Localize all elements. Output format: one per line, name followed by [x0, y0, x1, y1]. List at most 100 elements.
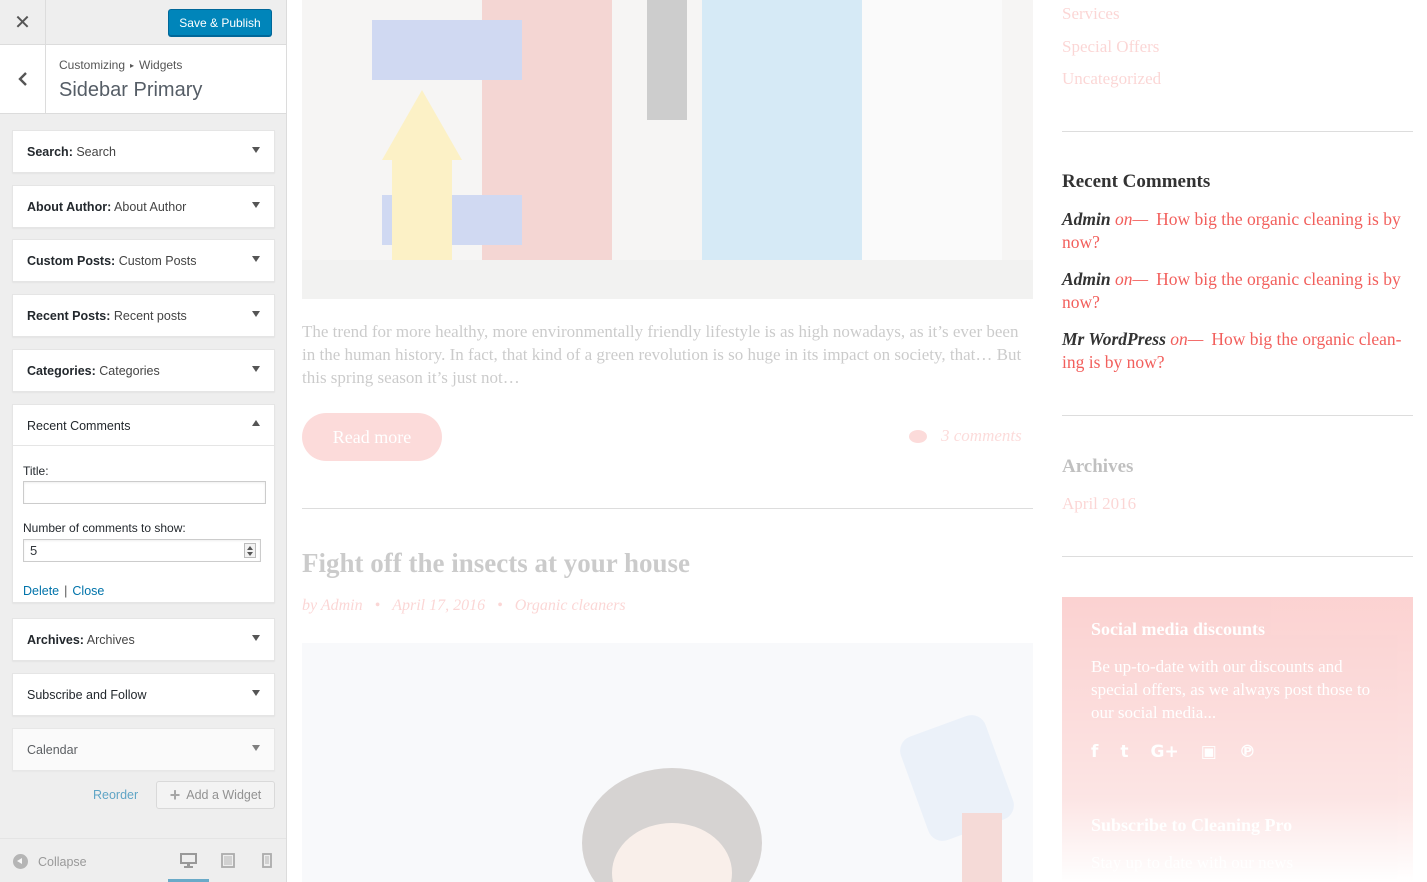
- count-input[interactable]: 5: [23, 539, 261, 562]
- pinterest-icon[interactable]: ℗: [1239, 742, 1256, 762]
- count-label: Number of comments to show:: [23, 521, 186, 535]
- widget-title: Search:: [27, 145, 73, 159]
- widget-title: About Author:: [27, 200, 112, 214]
- widget-subscribe-follow[interactable]: Subscribe and Follow: [12, 673, 275, 716]
- collapse-button[interactable]: Collapse: [13, 854, 87, 869]
- expand-arrow-icon[interactable]: [252, 745, 260, 751]
- close-link[interactable]: Close: [72, 584, 104, 598]
- add-widget-label: Add a Widget: [186, 788, 262, 802]
- spinner-down-icon[interactable]: [247, 552, 253, 556]
- category-link[interactable]: Special Offers: [1062, 37, 1159, 57]
- reorder-link[interactable]: Reorder: [93, 788, 138, 802]
- widget-subtitle: Search: [76, 145, 116, 159]
- facebook-icon[interactable]: f: [1091, 742, 1098, 762]
- comment-author[interactable]: Mr WordPress: [1062, 329, 1166, 349]
- youtube-icon[interactable]: ▣: [1201, 742, 1217, 762]
- chevron-left-icon: [17, 72, 27, 86]
- widget-subtitle: Archives: [86, 633, 135, 647]
- widget-form: Title: Number of comments to show: 5 Del…: [13, 445, 274, 598]
- expand-arrow-icon[interactable]: [252, 635, 260, 641]
- post-excerpt: The trend for more healthy, more environ…: [302, 320, 1033, 389]
- widget-title: Recent Posts:: [27, 309, 111, 323]
- widget-calendar[interactable]: Calendar: [12, 728, 275, 771]
- back-button[interactable]: [0, 45, 46, 113]
- widget-search[interactable]: Search: Search: [12, 130, 275, 173]
- archives-heading: Archives: [1062, 456, 1134, 477]
- category-link[interactable]: Uncategorized: [1062, 69, 1161, 89]
- post-category[interactable]: Organic cleaners: [515, 597, 626, 614]
- expand-arrow-icon[interactable]: [252, 311, 260, 317]
- social-icons: f t G+ ▣ ℗: [1091, 742, 1256, 762]
- subscribe-text: Stay up to date with our news: [1091, 853, 1294, 872]
- widget-custom-posts[interactable]: Custom Posts: Custom Posts: [12, 239, 275, 282]
- social-discounts-box: Social media discounts Be up-to-date wit…: [1062, 597, 1413, 882]
- expand-arrow-icon[interactable]: [252, 690, 260, 696]
- collapse-icon: [13, 854, 28, 869]
- add-widget-button[interactable]: + Add a Widget: [156, 781, 275, 809]
- comment-on: on—: [1170, 329, 1204, 349]
- comment-on: on—: [1115, 209, 1149, 229]
- post-featured-image: [302, 0, 1033, 299]
- comment-post-link[interactable]: How big the organic cleaning is by now?: [1062, 269, 1401, 312]
- post-date[interactable]: April 17, 2016: [392, 597, 485, 614]
- breadcrumb-root: Customizing: [59, 58, 126, 72]
- widget-subtitle: About Author: [114, 200, 187, 214]
- customizer-header: ✕ Save & Publish: [0, 0, 286, 45]
- breadcrumb-separator: ▸: [130, 61, 135, 70]
- title-label: Title:: [23, 464, 49, 478]
- collapse-arrow-icon[interactable]: [252, 420, 260, 426]
- plus-icon: +: [169, 784, 181, 805]
- recent-comment-item: Mr WordPress on— How big the organic clea…: [1062, 328, 1412, 374]
- twitter-icon[interactable]: t: [1120, 742, 1128, 762]
- comment-post-link[interactable]: How big the organic cleaning is by now?: [1062, 209, 1401, 252]
- delete-link[interactable]: Delete: [23, 584, 59, 598]
- section-header: Customizing ▸ Widgets Sidebar Primary: [0, 45, 286, 114]
- tablet-icon[interactable]: [221, 853, 235, 868]
- archive-link[interactable]: April 2016: [1062, 494, 1136, 514]
- customizer-footer: Collapse: [0, 838, 286, 882]
- post-title[interactable]: Fight off the insects at your house: [302, 548, 690, 579]
- recent-comment-item: Admin on— How big the organic cleaning is…: [1062, 208, 1412, 254]
- expand-arrow-icon[interactable]: [252, 202, 260, 208]
- widget-about-author[interactable]: About Author: About Author: [12, 185, 275, 228]
- category-link[interactable]: Services: [1062, 4, 1120, 24]
- save-publish-button[interactable]: Save & Publish: [168, 9, 272, 36]
- recent-comment-item: Admin on— How big the organic cleaning is…: [1062, 268, 1412, 314]
- google-plus-icon[interactable]: G+: [1151, 742, 1179, 762]
- customizer-panel: ✕ Save & Publish Customizing ▸ Widgets Sid…: [0, 0, 287, 882]
- widget-categories[interactable]: Categories: Categories: [12, 349, 275, 392]
- title-input[interactable]: [23, 481, 266, 504]
- comment-author[interactable]: Admin: [1062, 209, 1111, 229]
- number-spinner[interactable]: [244, 543, 256, 558]
- desktop-icon[interactable]: [180, 853, 197, 868]
- close-customizer-button[interactable]: ✕: [0, 0, 46, 44]
- comments-link[interactable]: 3 comments: [909, 426, 1022, 446]
- recent-comments-heading: Recent Comments: [1062, 171, 1211, 192]
- expand-arrow-icon[interactable]: [252, 147, 260, 153]
- post-author[interactable]: by Admin: [302, 597, 363, 614]
- expand-arrow-icon[interactable]: [252, 256, 260, 262]
- post-meta: by Admin • April 17, 2016 • Organic cleaners: [302, 597, 626, 614]
- widget-subtitle: Recent posts: [113, 309, 187, 323]
- subscribe-title: Subscribe to Cleaning Pro: [1091, 815, 1293, 835]
- mobile-icon[interactable]: [262, 853, 272, 868]
- expand-arrow-icon[interactable]: [252, 366, 260, 372]
- post-featured-image-2: [302, 643, 1033, 882]
- widget-title: Recent Comments: [27, 419, 131, 433]
- widget-title: Archives:: [27, 633, 84, 647]
- spinner-up-icon[interactable]: [247, 546, 253, 550]
- read-more-button[interactable]: Read more: [302, 413, 442, 461]
- widget-title: Calendar: [27, 743, 78, 757]
- actions-separator: |: [64, 584, 68, 598]
- widget-recent-posts[interactable]: Recent Posts: Recent posts: [12, 294, 275, 337]
- comment-author[interactable]: Admin: [1062, 269, 1111, 289]
- widget-title: Custom Posts:: [27, 254, 116, 268]
- social-text: Be up-to-date with our discounts and spe…: [1091, 657, 1371, 722]
- sidebar-divider: [1062, 415, 1413, 416]
- count-value: 5: [30, 543, 38, 558]
- widget-recent-comments[interactable]: Recent Comments Title: Number of comment…: [12, 404, 275, 603]
- widget-archives[interactable]: Archives: Archives: [12, 618, 275, 661]
- post-divider: [302, 508, 1033, 509]
- comment-on: on—: [1115, 269, 1149, 289]
- widget-title: Categories:: [27, 364, 96, 378]
